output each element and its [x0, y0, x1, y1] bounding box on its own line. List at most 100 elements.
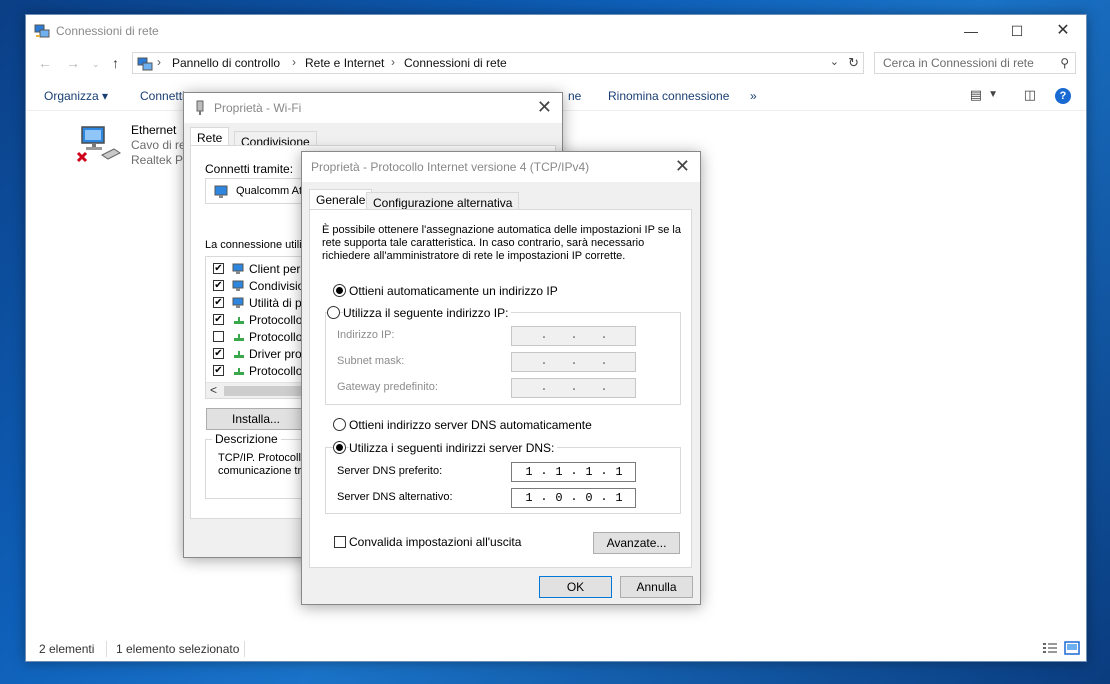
- intro-line: È possibile ottenere l'assegnazione auto…: [322, 224, 681, 236]
- manual-dns-group: Utilizza i seguenti indirizzi server DNS…: [325, 441, 681, 514]
- network-adapter-icon: [196, 100, 204, 115]
- wireless-adapter-icon: [214, 185, 228, 198]
- breadcrumb-separator-icon[interactable]: ›: [157, 55, 161, 69]
- status-divider: [106, 641, 107, 657]
- change-view-icon[interactable]: ▤: [970, 87, 982, 103]
- help-icon[interactable]: ?: [1055, 88, 1071, 104]
- use-dns-label[interactable]: Utilizza i seguenti indirizzi server DNS…: [349, 441, 558, 455]
- validate-settings-label[interactable]: Convalida impostazioni all'uscita: [349, 535, 521, 549]
- alternate-dns-label: Server DNS alternativo:: [337, 491, 453, 503]
- organize-menu[interactable]: Organizza ▾: [44, 89, 108, 103]
- ipv4-dialog-titlebar: Proprietà - Protocollo Internet versione…: [302, 152, 700, 182]
- breadcrumb-separator-icon[interactable]: ›: [391, 55, 395, 69]
- search-input[interactable]: [876, 54, 1052, 72]
- tab-general[interactable]: Generale: [309, 189, 373, 211]
- view-options-chevron-icon[interactable]: ▼: [988, 89, 998, 100]
- ipv4-dialog-title: Proprietà - Protocollo Internet versione…: [311, 160, 590, 174]
- use-ip-label[interactable]: Utilizza il seguente indirizzo IP:: [343, 306, 512, 320]
- ip-address-field: . . .: [511, 326, 636, 346]
- use-dns-radio[interactable]: [333, 441, 346, 454]
- back-arrow-icon[interactable]: ←: [38, 55, 52, 71]
- scroll-left-icon[interactable]: <: [210, 383, 217, 397]
- ethernet-adapter-icon: [76, 126, 121, 163]
- use-ip-radio[interactable]: [327, 306, 340, 319]
- advanced-button[interactable]: Avanzate...: [593, 532, 680, 554]
- obtain-ip-auto-label[interactable]: Ottieni automaticamente un indirizzo IP: [349, 284, 558, 298]
- wifi-dialog-titlebar: Proprietà - Wi-Fi ✕: [184, 93, 562, 123]
- rename-connection-button[interactable]: Rinomina connessione: [608, 89, 729, 103]
- forward-arrow-icon[interactable]: →: [66, 55, 80, 71]
- close-button[interactable]: ✕: [1040, 15, 1086, 47]
- status-bar: 2 elementi 1 elemento selezionato: [26, 637, 1086, 661]
- scrollbar-thumb[interactable]: [224, 386, 304, 396]
- address-row: ← → ⌄ ↑ › Pannello di controllo › Rete e…: [26, 48, 1086, 78]
- breadcrumb-separator-icon[interactable]: ›: [292, 55, 296, 69]
- breadcrumb-control-panel[interactable]: Pannello di controllo: [172, 56, 280, 70]
- protocol-icon: [234, 351, 244, 358]
- description-legend: Descrizione: [212, 432, 281, 446]
- refresh-icon[interactable]: ↻: [848, 55, 859, 71]
- connect-to-button[interactable]: Connetti: [140, 89, 185, 103]
- breadcrumb-network-connections[interactable]: Connessioni di rete: [404, 56, 507, 70]
- ipv4-properties-dialog: Proprietà - Protocollo Internet versione…: [301, 151, 701, 605]
- search-icon[interactable]: ⚲: [1060, 56, 1069, 70]
- item-checkbox[interactable]: ✔: [213, 263, 224, 274]
- subnet-mask-label: Subnet mask:: [337, 355, 405, 367]
- network-connections-icon: [34, 24, 50, 38]
- preview-pane-icon[interactable]: ◫: [1024, 87, 1036, 103]
- maximize-button[interactable]: ☐: [994, 15, 1040, 47]
- adapter-name: Qualcomm Ath: [236, 185, 309, 197]
- control-panel-icon: [137, 57, 153, 71]
- explorer-titlebar: Connessioni di rete — ☐ ✕: [26, 15, 1086, 47]
- ip-address-label: Indirizzo IP:: [337, 329, 395, 341]
- description-line: comunicazione tra: [218, 465, 308, 477]
- breadcrumb-network-internet[interactable]: Rete e Internet: [305, 56, 384, 70]
- intro-line: rete supporta tale caratteristica. In ca…: [322, 237, 645, 249]
- scheduler-service-icon: [232, 297, 244, 308]
- item-checkbox[interactable]: ✔: [213, 365, 224, 376]
- intro-line: richiedere all'amministratore di rete le…: [322, 250, 626, 262]
- obtain-dns-auto-radio[interactable]: [333, 418, 346, 431]
- ok-button[interactable]: OK: [539, 576, 612, 598]
- install-button[interactable]: Installa...: [206, 408, 306, 430]
- selection-count: 1 elemento selezionato: [116, 642, 240, 656]
- wifi-dialog-title: Proprietà - Wi-Fi: [214, 101, 302, 115]
- protocol-icon: [234, 334, 244, 341]
- connect-using-label: Connetti tramite:: [205, 162, 294, 176]
- item-checkbox[interactable]: [213, 331, 224, 342]
- sharing-service-icon: [232, 280, 244, 291]
- address-dropdown-icon[interactable]: ⌄: [830, 55, 839, 68]
- item-checkbox[interactable]: ✔: [213, 297, 224, 308]
- obtain-ip-auto-radio[interactable]: [333, 284, 346, 297]
- validate-settings-checkbox[interactable]: [334, 536, 346, 548]
- manual-ip-group: Utilizza il seguente indirizzo IP: Indir…: [325, 306, 681, 405]
- item-checkbox[interactable]: ✔: [213, 348, 224, 359]
- large-icons-view-icon[interactable]: [1064, 641, 1080, 655]
- preferred-dns-field[interactable]: 1. 1. 1. 1: [511, 462, 636, 482]
- close-icon[interactable]: ✕: [675, 156, 690, 177]
- up-arrow-icon[interactable]: ↑: [112, 55, 119, 71]
- obtain-dns-auto-label[interactable]: Ottieni indirizzo server DNS automaticam…: [349, 418, 592, 432]
- details-view-icon[interactable]: [1042, 641, 1058, 655]
- minimize-button[interactable]: —: [948, 15, 994, 47]
- alternate-dns-field[interactable]: 1. 0. 0. 1: [511, 488, 636, 508]
- default-gateway-label: Gateway predefinito:: [337, 381, 438, 393]
- search-box[interactable]: ⚲: [874, 52, 1076, 74]
- subnet-mask-field: . . .: [511, 352, 636, 372]
- address-bar[interactable]: › Pannello di controllo › Rete e Interne…: [132, 52, 864, 74]
- item-checkbox[interactable]: ✔: [213, 314, 224, 325]
- connection-uses-label: La connessione utiliz: [205, 239, 308, 251]
- close-icon[interactable]: ✕: [537, 97, 552, 118]
- recent-chevron-icon[interactable]: ⌄: [92, 59, 100, 70]
- connection-status: Cavo di re: [131, 138, 186, 152]
- hidden-command-tail[interactable]: ne: [568, 89, 581, 103]
- general-tab-panel: È possibile ottenere l'assegnazione auto…: [309, 209, 692, 568]
- protocol-icon: [234, 317, 244, 324]
- more-commands-button[interactable]: »: [750, 89, 757, 103]
- item-checkbox[interactable]: ✔: [213, 280, 224, 291]
- cancel-button[interactable]: Annulla: [620, 576, 693, 598]
- description-line: TCP/IP. Protocoll: [218, 452, 301, 464]
- status-divider: [244, 641, 245, 657]
- default-gateway-field: . . .: [511, 378, 636, 398]
- preferred-dns-label: Server DNS preferito:: [337, 465, 443, 477]
